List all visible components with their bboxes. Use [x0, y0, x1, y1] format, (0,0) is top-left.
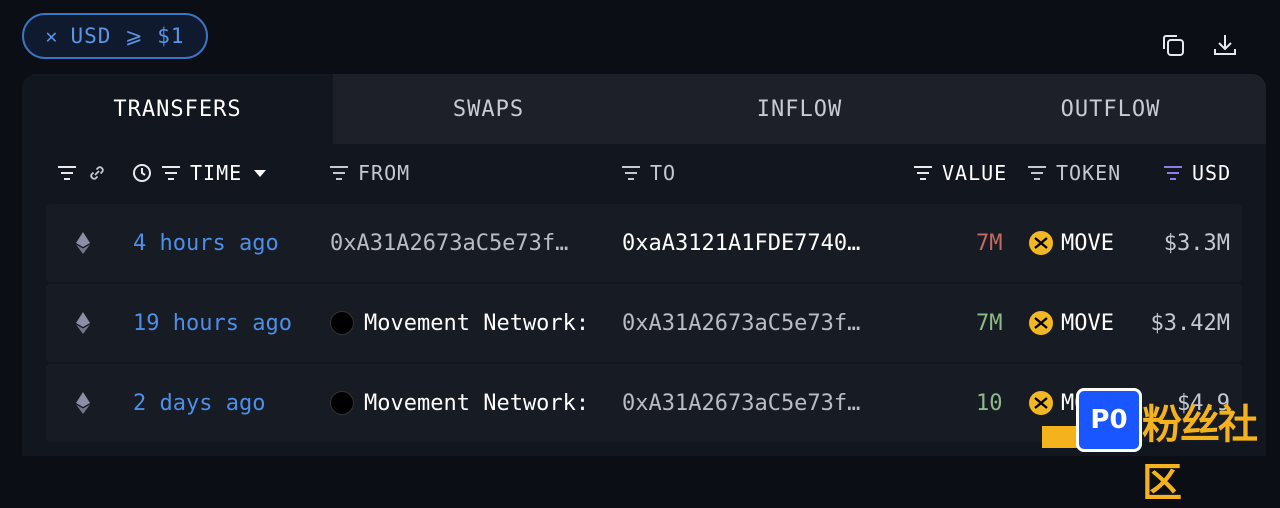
to-address[interactable]: 0xaA3121A1FDE7740… [622, 204, 892, 282]
table-header: TIME FROM TO VALUE TOKEN USD [22, 144, 1266, 202]
chain-filter[interactable] [56, 144, 108, 202]
watermark-logo: P0 [1076, 388, 1142, 452]
watermark-text: 粉丝社区 [1142, 402, 1258, 506]
to-header-label: TO [650, 161, 677, 185]
usd-amount: $3.3M [1163, 230, 1230, 256]
time-link[interactable]: 4 hours ago [133, 204, 279, 282]
time-column-header[interactable]: TIME [132, 144, 270, 202]
value-header-label: VALUE [942, 161, 1008, 185]
value-amount: 7M [976, 230, 1003, 256]
filter-icon[interactable] [1026, 165, 1048, 181]
token-column-header[interactable]: TOKEN [1026, 144, 1121, 202]
download-icon[interactable] [1212, 32, 1238, 58]
time-link[interactable]: 2 days ago [133, 364, 265, 442]
token-header-label: TOKEN [1056, 161, 1122, 185]
token-symbol: MOVE [1061, 230, 1114, 256]
usd-header-label: USD [1192, 161, 1232, 185]
move-token-icon [1029, 231, 1053, 255]
copy-icon[interactable] [1160, 32, 1186, 58]
usd-amount: $3.42M [1150, 310, 1230, 336]
filter-icon[interactable] [160, 165, 182, 181]
to-address[interactable]: 0xA31A2673aC5e73f… [622, 284, 892, 362]
from-address[interactable]: 0xA31A2673aC5e73f… [330, 204, 600, 282]
tab-bar: TRANSFERS SWAPS INFLOW OUTFLOW [22, 74, 1266, 144]
to-address[interactable]: 0xA31A2673aC5e73f… [622, 364, 892, 442]
token-link[interactable]: MOVE [1029, 204, 1114, 282]
from-entity-label: Movement Network: [364, 310, 590, 336]
token-link[interactable]: MOVE [1029, 284, 1114, 362]
from-entity[interactable]: Movement Network: [330, 284, 600, 362]
from-entity[interactable]: Movement Network: [330, 364, 600, 442]
value-amount: 10 [976, 390, 1003, 416]
from-header-label: FROM [358, 161, 411, 185]
token-symbol: MOVE [1061, 310, 1114, 336]
table-row[interactable]: 19 hours ago Movement Network: 0xA31A267… [46, 284, 1242, 362]
to-column-header[interactable]: TO [620, 144, 676, 202]
time-link[interactable]: 19 hours ago [133, 284, 292, 362]
filter-icon[interactable] [56, 165, 78, 181]
ethereum-icon [76, 204, 90, 282]
movement-network-logo [330, 311, 354, 335]
ethereum-icon [76, 284, 90, 362]
from-entity-label: Movement Network: [364, 390, 590, 416]
value-column-header[interactable]: VALUE [912, 144, 1007, 202]
value-amount: 7M [976, 310, 1003, 336]
usd-column-header[interactable]: USD [1162, 144, 1231, 202]
filter-icon[interactable] [620, 165, 642, 181]
sort-desc-icon[interactable] [250, 166, 270, 180]
tab-swaps[interactable]: SWAPS [333, 74, 644, 144]
clock-icon [133, 164, 151, 182]
usd-filter-chip[interactable]: ✕ USD ⩾ $1 [22, 13, 208, 59]
movement-network-logo [330, 391, 354, 415]
tab-transfers[interactable]: TRANSFERS [22, 74, 333, 144]
close-icon[interactable]: ✕ [45, 24, 58, 48]
watermark: P0 粉丝社区 [1042, 388, 1280, 506]
filter-chip-label: USD ⩾ $1 [70, 24, 185, 48]
tab-inflow[interactable]: INFLOW [644, 74, 955, 144]
filter-icon[interactable] [912, 165, 934, 181]
ethereum-icon [76, 364, 90, 442]
link-icon[interactable] [86, 162, 108, 184]
table-row[interactable]: 4 hours ago 0xA31A2673aC5e73f… 0xaA3121A… [46, 204, 1242, 282]
filter-active-icon[interactable] [1162, 165, 1184, 181]
move-token-icon [1029, 311, 1053, 335]
tab-outflow[interactable]: OUTFLOW [955, 74, 1266, 144]
time-header-label: TIME [190, 161, 243, 185]
filter-icon[interactable] [328, 165, 350, 181]
from-column-header[interactable]: FROM [328, 144, 410, 202]
